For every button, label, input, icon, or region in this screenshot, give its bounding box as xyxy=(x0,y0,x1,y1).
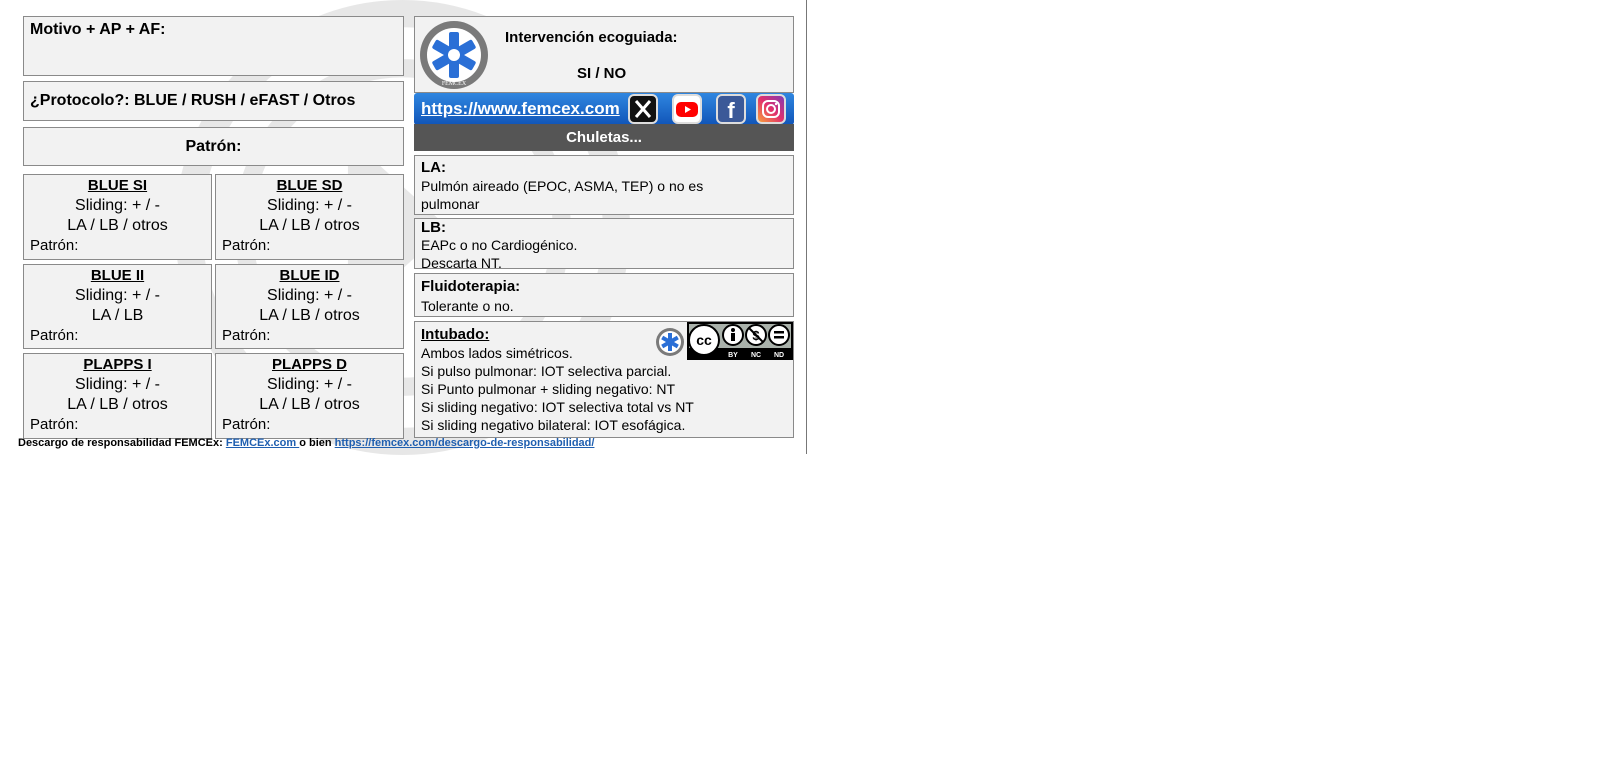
cell-findings: LA / LB / otros xyxy=(259,307,360,324)
svg-text:ND: ND xyxy=(774,352,784,359)
cell-title: BLUE SI xyxy=(87,177,148,194)
disclaimer-footer: Descargo de responsabilidad FEMCEx: FEMC… xyxy=(18,437,594,449)
si-no-label: SI / NO xyxy=(577,65,627,82)
la-title: LA: xyxy=(421,159,446,176)
femcex-home-link[interactable]: FEMCEx.com xyxy=(226,437,299,449)
cell-sliding: Sliding: + / - xyxy=(75,376,160,393)
lb-text: EAPc o no Cardiogénico. Descarta NT. xyxy=(421,237,578,271)
fluidoterapia-box: Fluidoterapia: Tolerante o no. xyxy=(414,273,794,317)
cell-sliding: Sliding: + / - xyxy=(267,287,352,304)
protocolo-label: ¿Protocolo?: BLUE / RUSH / eFAST / Otros xyxy=(30,92,356,109)
fluidoterapia-title: Fluidoterapia: xyxy=(421,278,521,295)
cell-findings: LA / LB / otros xyxy=(259,217,360,234)
svg-text:NC: NC xyxy=(751,352,761,359)
cell-sliding: Sliding: + / - xyxy=(75,287,160,304)
cell-patron: Patrón: xyxy=(222,416,271,433)
instagram-icon[interactable] xyxy=(756,94,786,124)
la-text: Pulmón aireado (EPOC, ASMA, TEP) o no es… xyxy=(421,178,704,212)
fluidoterapia-text: Tolerante o no. xyxy=(421,298,514,314)
femcex-url-link[interactable]: https://www.femcex.com xyxy=(421,99,620,119)
motivo-label: Motivo + AP + AF: xyxy=(30,21,166,38)
protocol-cell: BLUE II Sliding: + / - LA / LB Patrón: xyxy=(23,264,212,349)
cell-findings: LA / LB xyxy=(91,307,144,324)
motivo-box: Motivo + AP + AF: xyxy=(23,16,404,76)
lb-title: LB: xyxy=(421,219,446,236)
intubado-box: Intubado: Ambos lados simétricos. Si pul… xyxy=(414,321,794,438)
protocolo-box: ¿Protocolo?: BLUE / RUSH / eFAST / Otros xyxy=(23,81,404,121)
chuletas-header: Chuletas... xyxy=(414,124,794,151)
cell-findings: LA / LB / otros xyxy=(259,396,360,413)
femcex-logo: FEMCEX xyxy=(420,21,488,89)
svg-text:cc: cc xyxy=(696,332,712,348)
patron-label: Patrón: xyxy=(185,138,242,155)
cell-title: BLUE SD xyxy=(276,177,343,194)
disclaimer-middle: o bien xyxy=(299,437,335,449)
page-divider xyxy=(806,0,807,454)
intervencion-label: Intervención ecoguiada: xyxy=(505,29,678,46)
cell-sliding: Sliding: + / - xyxy=(75,197,160,214)
protocol-cell: BLUE SD Sliding: + / - LA / LB / otros Patr… xyxy=(215,174,404,260)
x-icon[interactable] xyxy=(628,94,658,124)
cell-patron: Patrón: xyxy=(30,237,79,254)
cell-patron: Patrón: xyxy=(222,327,271,344)
cell-title: PLAPPS D xyxy=(271,356,347,373)
protocol-cell: BLUE SI Sliding: + / - LA / LB / otros Patr… xyxy=(23,174,212,260)
cell-findings: LA / LB / otros xyxy=(67,396,168,413)
protocol-cell: BLUE ID Sliding: + / - LA / LB / otros Patr… xyxy=(215,264,404,349)
cell-patron: Patrón: xyxy=(222,237,271,254)
cell-findings: LA / LB / otros xyxy=(67,217,168,234)
cell-title: BLUE II xyxy=(90,267,145,284)
disclaimer-link[interactable]: https://femcex.com/descargo-de-responsab… xyxy=(335,437,595,449)
intervencion-box: FEMCEX Intervención ecoguiada: SI / NO xyxy=(414,16,794,93)
intubado-title: Intubado: xyxy=(421,326,490,343)
la-box: LA: Pulmón aireado (EPOC, ASMA, TEP) o n… xyxy=(414,155,794,215)
youtube-icon[interactable] xyxy=(672,94,702,124)
cc-license-badge: cc $ BY NC ND xyxy=(687,322,793,360)
femcex-small-logo xyxy=(656,328,684,356)
svg-text:BY: BY xyxy=(728,352,738,359)
disclaimer-prefix: Descargo de responsabilidad FEMCEx: xyxy=(18,437,226,449)
protocol-cell: PLAPPS D Sliding: + / - LA / LB / otros Pat… xyxy=(215,353,404,439)
lb-box: LB: EAPc o no Cardiogénico. Descarta NT. xyxy=(414,218,794,271)
cell-patron: Patrón: xyxy=(30,327,79,344)
cell-title: BLUE ID xyxy=(279,267,340,284)
cell-title: PLAPPS I xyxy=(83,356,152,373)
logo-text: FEMCEX xyxy=(442,81,467,87)
cell-sliding: Sliding: + / - xyxy=(267,376,352,393)
patron-box: Patrón: xyxy=(23,127,404,166)
protocol-cell: PLAPPS I Sliding: + / - LA / LB / otros Pat… xyxy=(23,353,212,439)
cell-patron: Patrón: xyxy=(30,416,79,433)
svg-text:f: f xyxy=(727,98,735,122)
facebook-icon[interactable]: f xyxy=(716,94,746,124)
cell-sliding: Sliding: + / - xyxy=(267,197,352,214)
